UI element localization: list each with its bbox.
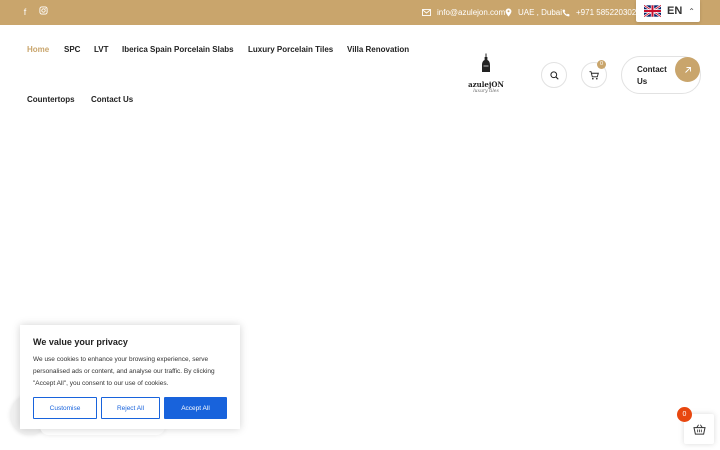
cookie-consent-banner: We value your privacy We use cookies to …: [20, 325, 240, 429]
nav-item-lvt[interactable]: LVT: [94, 45, 109, 54]
location-info: UAE , Dubai: [505, 0, 562, 25]
uk-flag-icon: [644, 5, 661, 17]
reject-all-button[interactable]: Reject All: [101, 397, 160, 419]
nav-item-home[interactable]: Home: [27, 45, 49, 54]
chevron-up-icon: ⌃: [688, 6, 695, 16]
logo-wordmark: azulejON: [468, 80, 504, 89]
instagram-icon[interactable]: [37, 6, 49, 18]
language-code: EN: [667, 5, 683, 17]
cart-icon: [589, 70, 599, 80]
top-bar: f info@azulejon.com UAE , Dubai +971 585…: [0, 0, 720, 25]
map-pin-icon: [505, 8, 512, 17]
language-selector[interactable]: EN ⌃: [636, 0, 700, 22]
location-text: UAE , Dubai: [518, 8, 563, 17]
nav-item-villa-renovation[interactable]: Villa Renovation: [347, 45, 409, 54]
logo-tagline: luxury tiles: [473, 89, 499, 94]
arrow-up-right-icon: [675, 57, 700, 82]
nav-item-luxury-porcelain[interactable]: Luxury Porcelain Tiles: [248, 45, 333, 54]
logo-bottle-icon: [482, 53, 490, 72]
phone-info[interactable]: +971 585220302: [562, 0, 636, 25]
envelope-icon: [422, 9, 431, 16]
nav-item-countertops[interactable]: Countertops: [27, 95, 75, 104]
contact-us-button[interactable]: Contact Us: [621, 56, 701, 94]
customise-button[interactable]: Customise: [33, 397, 97, 419]
facebook-icon[interactable]: f: [19, 6, 31, 18]
contact-us-label: Contact Us: [637, 65, 667, 86]
cart-count-badge: 0: [597, 60, 606, 69]
floating-cart-count: 0: [677, 407, 692, 422]
accept-all-button[interactable]: Accept All: [164, 397, 227, 419]
phone-icon: [562, 9, 570, 16]
nav-item-contact-us[interactable]: Contact Us: [91, 95, 133, 104]
nav-item-iberica-slabs[interactable]: Iberica Spain Porcelain Slabs: [122, 45, 234, 54]
site-logo[interactable]: azulejON luxury tiles: [464, 53, 508, 95]
search-button[interactable]: [541, 62, 567, 88]
cookie-description: We use cookies to enhance your browsing …: [33, 356, 215, 387]
basket-icon: [692, 423, 706, 435]
email-text: info@azulejon.com: [437, 8, 506, 17]
phone-text: +971 585220302: [576, 8, 637, 17]
cookie-title: We value your privacy: [33, 337, 128, 347]
nav-item-spc[interactable]: SPC: [64, 45, 80, 54]
email-info[interactable]: info@azulejon.com: [422, 0, 505, 25]
search-icon: [549, 70, 559, 80]
